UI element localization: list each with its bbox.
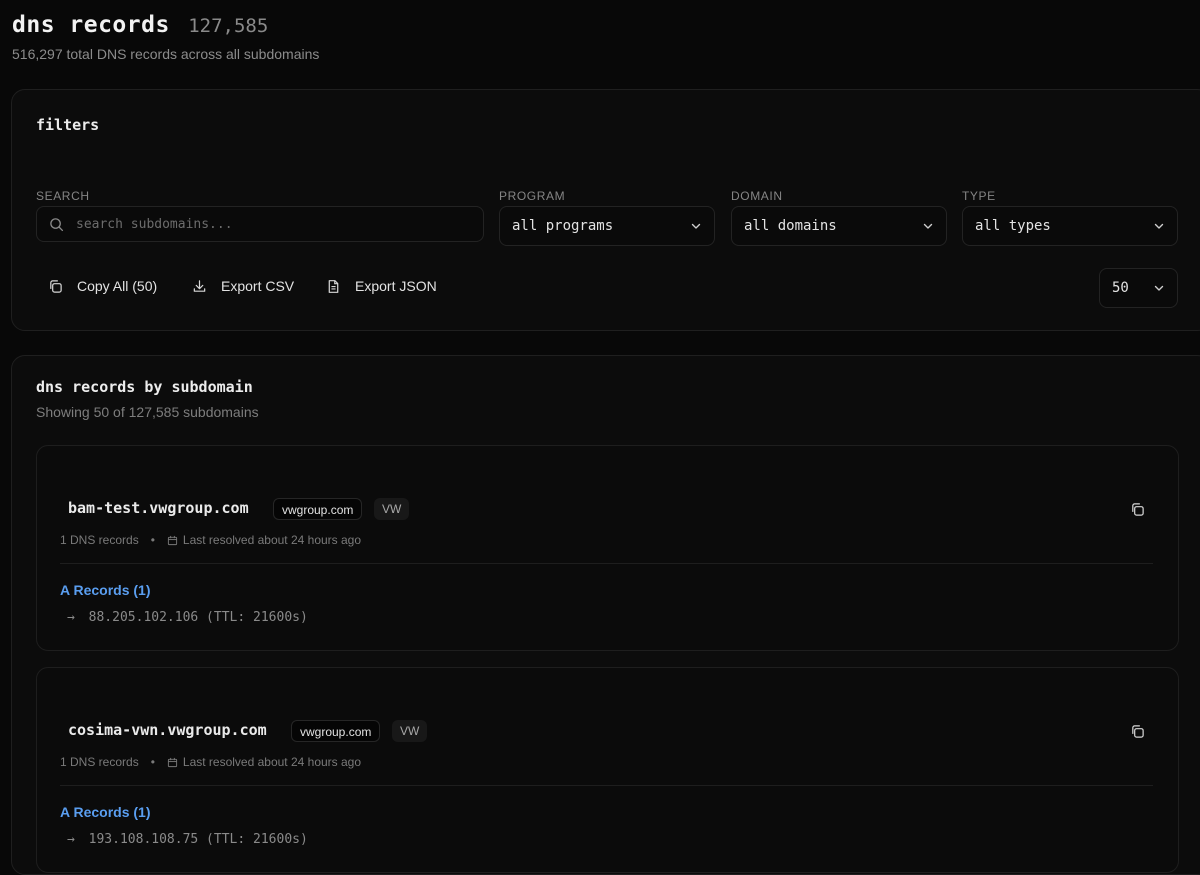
subdomain-record: bam-test.vwgroup.com vwgroup.com VW 1 DN… bbox=[36, 445, 1179, 651]
subdomain-record: cosima-vwn.vwgroup.com vwgroup.com VW 1 … bbox=[36, 667, 1179, 873]
filters-title: filters bbox=[36, 116, 100, 134]
records-section-title: dns records by subdomain bbox=[36, 378, 253, 396]
subdomain-name[interactable]: cosima-vwn.vwgroup.com bbox=[68, 721, 267, 739]
download-icon bbox=[193, 279, 206, 292]
program-select[interactable]: all programs bbox=[499, 206, 715, 246]
separator-dot: • bbox=[150, 755, 155, 769]
copy-record-button[interactable] bbox=[1130, 724, 1145, 744]
export-csv-label: Export CSV bbox=[221, 278, 295, 294]
page-size-select[interactable]: 50 bbox=[1099, 268, 1178, 308]
type-select[interactable]: all types bbox=[962, 206, 1178, 246]
calendar-icon bbox=[167, 757, 177, 767]
search-placeholder: search subdomains... bbox=[76, 216, 233, 232]
domain-select-value: all domains bbox=[744, 218, 837, 234]
page-title-text: dns records bbox=[12, 12, 170, 38]
filters-card: filters SEARCH search subdomains... PROG… bbox=[11, 89, 1200, 331]
program-badge: VW bbox=[392, 720, 428, 742]
dns-record-count: 1 DNS records bbox=[60, 755, 139, 769]
record-value: 193.108.108.75 (TTL: 21600s) bbox=[88, 832, 308, 847]
records-section-subtitle: Showing 50 of 127,585 subdomains bbox=[36, 404, 259, 420]
record-value-row: → 88.205.102.106 (TTL: 21600s) bbox=[67, 610, 308, 625]
record-value: 88.205.102.106 (TTL: 21600s) bbox=[88, 610, 308, 625]
page-size-value: 50 bbox=[1112, 280, 1129, 296]
program-select-value: all programs bbox=[512, 218, 614, 234]
dns-records-card: dns records by subdomain Showing 50 of 1… bbox=[11, 355, 1200, 875]
domain-label: DOMAIN bbox=[731, 189, 783, 203]
copy-all-button[interactable]: Copy All (50) bbox=[48, 278, 157, 294]
dns-record-count: 1 DNS records bbox=[60, 533, 139, 547]
domain-badge: vwgroup.com bbox=[273, 498, 363, 520]
chevron-down-icon bbox=[1154, 223, 1164, 229]
export-csv-button[interactable]: Export CSV bbox=[192, 278, 294, 294]
type-label: TYPE bbox=[962, 189, 996, 203]
type-select-value: all types bbox=[975, 218, 1051, 234]
separator-dot: • bbox=[150, 533, 155, 547]
chevron-down-icon bbox=[691, 223, 701, 229]
export-json-label: Export JSON bbox=[355, 278, 437, 294]
page-title: dns records 127,585 bbox=[12, 12, 319, 38]
chevron-down-icon bbox=[1154, 285, 1164, 291]
record-meta: 1 DNS records • Last resolved about 24 h… bbox=[60, 755, 361, 769]
page-subtitle: 516,297 total DNS records across all sub… bbox=[12, 46, 320, 62]
search-input[interactable]: search subdomains... bbox=[36, 206, 484, 242]
record-type-heading: A Records (1) bbox=[60, 804, 151, 820]
record-meta: 1 DNS records • Last resolved about 24 h… bbox=[60, 533, 361, 547]
record-value-row: → 193.108.108.75 (TTL: 21600s) bbox=[67, 832, 308, 847]
record-type-heading: A Records (1) bbox=[60, 582, 151, 598]
arrow-right-icon: → bbox=[67, 832, 75, 847]
subdomain-name[interactable]: bam-test.vwgroup.com bbox=[68, 499, 249, 517]
program-badge: VW bbox=[374, 498, 410, 520]
export-json-button[interactable]: Export JSON bbox=[326, 278, 437, 294]
last-resolved: Last resolved about 24 hours ago bbox=[182, 533, 362, 547]
domain-select[interactable]: all domains bbox=[731, 206, 947, 246]
page-header: dns records 127,585 516,297 total DNS re… bbox=[12, 12, 319, 62]
copy-icon bbox=[1132, 503, 1144, 516]
copy-all-label: Copy All (50) bbox=[77, 278, 158, 294]
copy-record-button[interactable] bbox=[1130, 502, 1145, 522]
copy-icon bbox=[50, 279, 62, 293]
search-label: SEARCH bbox=[36, 189, 90, 203]
chevron-down-icon bbox=[923, 223, 933, 229]
subdomain-count: 127,585 bbox=[188, 15, 269, 37]
last-resolved: Last resolved about 24 hours ago bbox=[182, 755, 362, 769]
program-label: PROGRAM bbox=[499, 189, 566, 203]
copy-icon bbox=[1132, 725, 1144, 738]
divider bbox=[60, 785, 1153, 786]
arrow-right-icon: → bbox=[67, 610, 75, 625]
search-icon bbox=[50, 217, 64, 231]
divider bbox=[60, 563, 1153, 564]
domain-badge: vwgroup.com bbox=[291, 720, 381, 742]
calendar-icon bbox=[167, 535, 177, 545]
file-text-icon bbox=[328, 279, 339, 293]
